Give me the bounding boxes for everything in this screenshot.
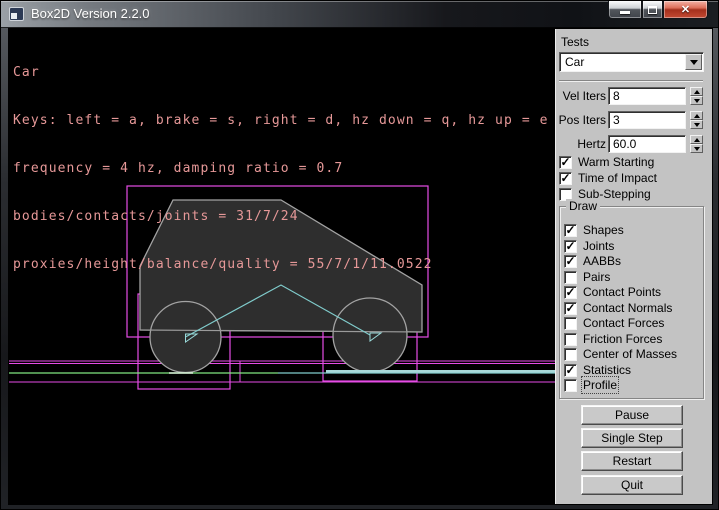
triangle-up-icon	[694, 114, 700, 118]
minimize-icon	[620, 11, 630, 14]
hud-line-proxies: proxies/height/balance/quality = 55/7/1/…	[13, 257, 549, 273]
pause-button[interactable]: Pause	[581, 405, 683, 425]
friction-forces-label: Friction Forces	[583, 332, 662, 346]
tests-label: Tests	[561, 35, 589, 49]
minimize-button[interactable]	[608, 1, 642, 19]
test-select-dropdown-button[interactable]	[685, 54, 702, 70]
quit-button[interactable]: Quit	[581, 475, 683, 495]
draw-group-label: Draw	[566, 199, 600, 213]
checkbox-icon[interactable]: ✓	[564, 302, 577, 315]
test-select[interactable]: Car	[559, 52, 704, 72]
hud-line-frequency: frequency = 4 hz, damping ratio = 0.7	[13, 161, 549, 177]
spinner-up-button[interactable]	[690, 87, 703, 96]
triangle-up-icon	[694, 90, 700, 94]
hertz-label: Hertz	[577, 137, 606, 151]
triangle-down-icon	[694, 99, 700, 103]
vel-iters-input[interactable]	[608, 87, 686, 105]
control-panel: Tests Car Vel Iters Pos Iters	[555, 29, 712, 504]
checkbox-icon[interactable]	[564, 333, 577, 346]
pos-iters-stepper	[690, 111, 703, 129]
single-step-button[interactable]: Single Step	[581, 428, 683, 448]
time-of-impact-label: Time of Impact	[578, 171, 657, 185]
close-button[interactable]: ✕	[663, 1, 708, 19]
close-icon: ✕	[681, 3, 690, 16]
pairs-label: Pairs	[583, 270, 610, 284]
draw-profile-checkbox[interactable]: Profile	[564, 378, 617, 392]
vel-iters-stepper	[690, 87, 703, 105]
title-bar[interactable]: Box2D Version 2.2.0 ✕	[1, 1, 718, 28]
maximize-button[interactable]	[642, 1, 663, 19]
contact-normals-label: Contact Normals	[583, 301, 672, 315]
maximize-icon	[648, 6, 657, 14]
warm-starting-label: Warm Starting	[578, 155, 654, 169]
pos-iters-row: Pos Iters	[556, 111, 713, 129]
draw-contact-normals-checkbox[interactable]: ✓ Contact Normals	[564, 301, 672, 315]
hertz-input[interactable]	[608, 135, 686, 153]
spinner-down-button[interactable]	[690, 96, 703, 105]
hertz-stepper	[690, 135, 703, 153]
hud-stats: Car Keys: left = a, brake = s, right = d…	[13, 33, 549, 305]
separator	[559, 80, 703, 82]
contact-points-label: Contact Points	[583, 285, 661, 299]
checkbox-icon[interactable]: ✓	[559, 172, 572, 185]
window-title: Box2D Version 2.2.0	[31, 6, 150, 21]
triangle-up-icon	[694, 138, 700, 142]
hertz-row: Hertz	[556, 135, 713, 153]
draw-joints-checkbox[interactable]: ✓ Joints	[564, 239, 614, 253]
chevron-down-icon	[690, 60, 698, 65]
center-of-masses-label: Center of Masses	[583, 347, 677, 361]
draw-aabbs-checkbox[interactable]: ✓ AABBs	[564, 254, 621, 268]
shapes-label: Shapes	[583, 223, 624, 237]
spinner-up-button[interactable]	[690, 135, 703, 144]
aabbs-label: AABBs	[583, 254, 621, 268]
spinner-down-button[interactable]	[690, 144, 703, 153]
hud-line-keys: Keys: left = a, brake = s, right = d, hz…	[13, 113, 549, 129]
vel-iters-label: Vel Iters	[563, 89, 606, 103]
statistics-label: Statistics	[583, 363, 631, 377]
pos-iters-label: Pos Iters	[559, 113, 606, 127]
pos-iters-input[interactable]	[608, 111, 686, 129]
checkbox-icon[interactable]: ✓	[564, 364, 577, 377]
checkbox-icon[interactable]	[564, 317, 577, 330]
ground-segment-thick-cyan	[326, 370, 555, 373]
checkbox-icon[interactable]: ✓	[559, 156, 572, 169]
draw-center-of-masses-checkbox[interactable]: Center of Masses	[564, 347, 677, 361]
app-icon	[9, 7, 24, 21]
time-of-impact-checkbox[interactable]: ✓ Time of Impact	[559, 171, 657, 185]
restart-button[interactable]: Restart	[581, 451, 683, 471]
joints-label: Joints	[583, 239, 614, 253]
draw-contact-points-checkbox[interactable]: ✓ Contact Points	[564, 285, 661, 299]
checkbox-icon[interactable]: ✓	[564, 224, 577, 237]
contact-forces-label: Contact Forces	[583, 316, 664, 330]
draw-contact-forces-checkbox[interactable]: Contact Forces	[564, 316, 664, 330]
hud-line-bodies: bodies/contacts/joints = 31/7/24	[13, 209, 549, 225]
spinner-up-button[interactable]	[690, 111, 703, 120]
draw-friction-forces-checkbox[interactable]: Friction Forces	[564, 332, 662, 346]
spinner-down-button[interactable]	[690, 120, 703, 129]
test-select-value: Car	[560, 55, 685, 69]
checkbox-icon[interactable]	[564, 271, 577, 284]
triangle-down-icon	[694, 123, 700, 127]
physics-canvas[interactable]: Car Keys: left = a, brake = s, right = d…	[9, 29, 555, 504]
app-window: Box2D Version 2.2.0 ✕	[0, 0, 719, 510]
draw-shapes-checkbox[interactable]: ✓ Shapes	[564, 223, 624, 237]
checkbox-icon[interactable]: ✓	[564, 255, 577, 268]
window-controls: ✕	[608, 1, 708, 19]
checkbox-icon[interactable]: ✓	[564, 286, 577, 299]
checkbox-icon[interactable]	[564, 379, 577, 392]
triangle-down-icon	[694, 147, 700, 151]
checkbox-icon[interactable]	[564, 348, 577, 361]
draw-pairs-checkbox[interactable]: Pairs	[564, 270, 610, 284]
vel-iters-row: Vel Iters	[556, 87, 713, 105]
window-content: Car Keys: left = a, brake = s, right = d…	[8, 28, 713, 505]
hud-line-test-name: Car	[13, 65, 549, 81]
checkbox-icon[interactable]: ✓	[564, 240, 577, 253]
draw-statistics-checkbox[interactable]: ✓ Statistics	[564, 363, 631, 377]
warm-starting-checkbox[interactable]: ✓ Warm Starting	[559, 155, 654, 169]
profile-label: Profile	[583, 378, 617, 392]
